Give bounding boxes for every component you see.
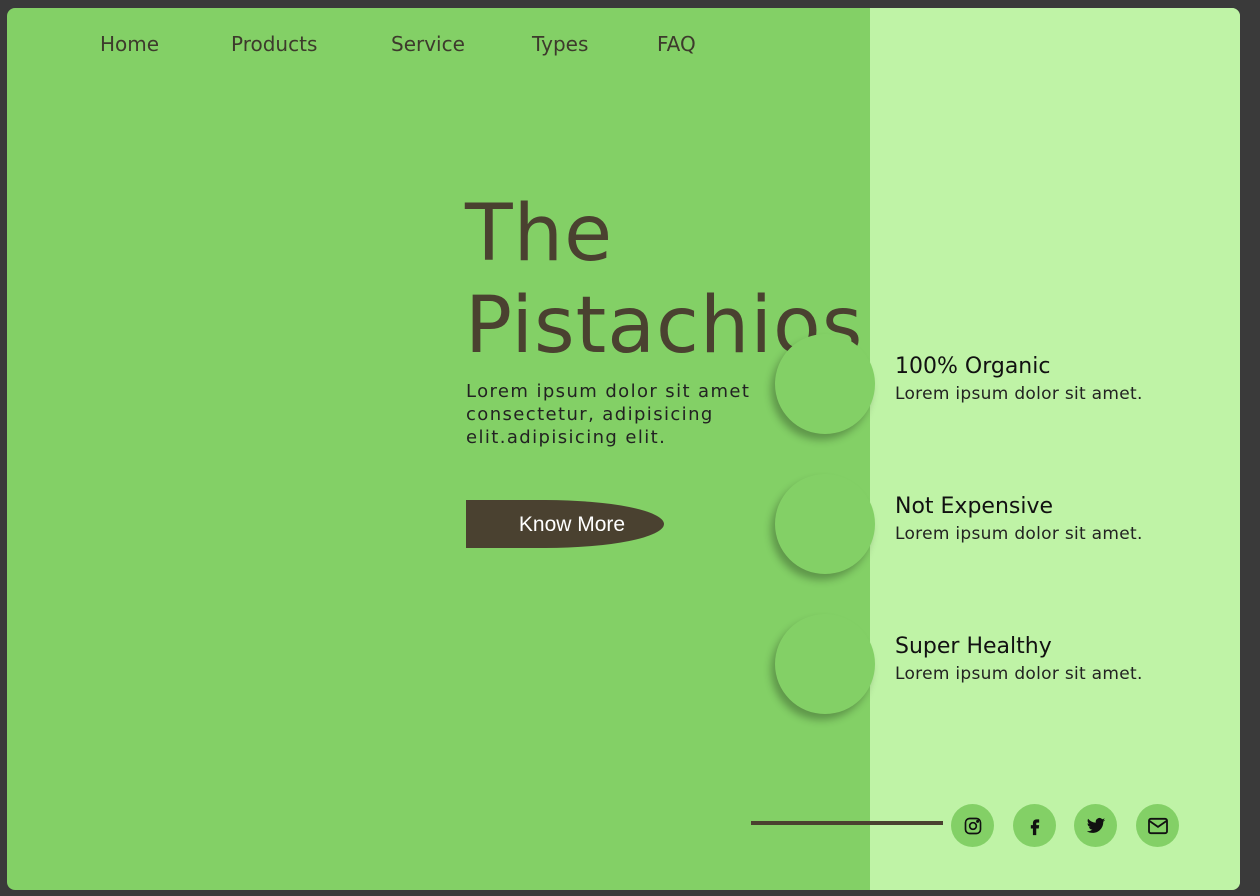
- nav-item-faq[interactable]: FAQ: [657, 32, 696, 56]
- feature-icon-circle: [775, 334, 875, 434]
- facebook-button[interactable]: [1013, 804, 1056, 847]
- know-more-button[interactable]: Know More: [466, 500, 664, 548]
- facebook-icon: [1030, 818, 1039, 835]
- feature-title: Not Expensive: [895, 494, 1054, 519]
- hero-title-line1: The: [465, 189, 614, 279]
- feature-description: Lorem ipsum dolor sit amet.: [895, 664, 1143, 684]
- feature-icon-circle: [775, 614, 875, 714]
- feature-icon-circle: [775, 474, 875, 574]
- feature-description: Lorem ipsum dolor sit amet.: [895, 524, 1143, 544]
- right-panel: [870, 8, 1240, 890]
- feature-title: 100% Organic: [895, 354, 1051, 379]
- twitter-button[interactable]: [1074, 804, 1117, 847]
- nav-item-service[interactable]: Service: [391, 32, 465, 56]
- hero-description: Lorem ipsum dolor sit amet consectetur, …: [466, 381, 751, 448]
- page-frame: Home Products Service Types FAQ The Pist…: [7, 8, 1240, 890]
- feature-title: Super Healthy: [895, 634, 1052, 659]
- social-divider-line: [751, 821, 943, 825]
- instagram-button[interactable]: [951, 804, 994, 847]
- feature-description: Lorem ipsum dolor sit amet.: [895, 384, 1143, 404]
- mail-button[interactable]: [1136, 804, 1179, 847]
- twitter-icon: [1086, 817, 1105, 833]
- instagram-icon: [964, 817, 981, 834]
- mail-icon: [1147, 817, 1168, 834]
- nav-item-types[interactable]: Types: [532, 32, 588, 56]
- nav-item-products[interactable]: Products: [231, 32, 317, 56]
- nav-item-home[interactable]: Home: [100, 32, 159, 56]
